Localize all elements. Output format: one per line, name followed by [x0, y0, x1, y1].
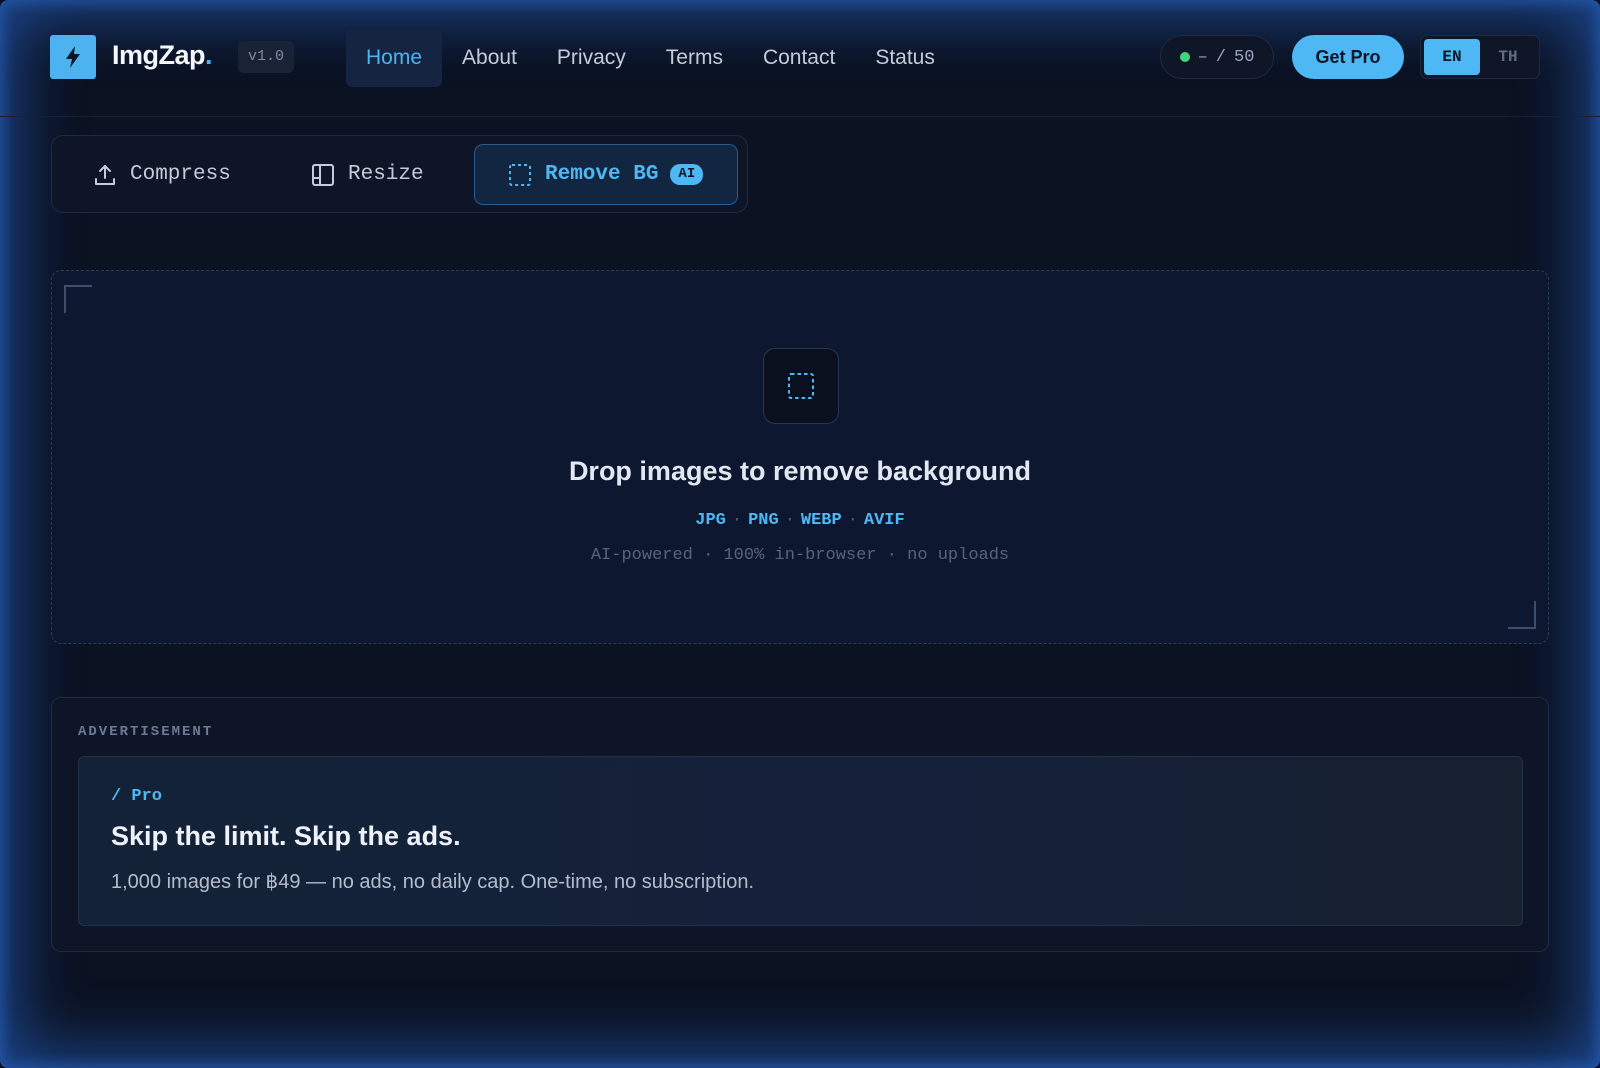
version-badge: v1.0: [238, 41, 295, 73]
tab-resize-label: Resize: [348, 163, 424, 186]
corner-bracket-bottom-right: [1508, 601, 1536, 629]
status-dot-icon: [1179, 52, 1190, 62]
advertisement-section: ADVERTISEMENT / Pro Skip the limit. Skip…: [51, 697, 1549, 952]
tab-resize[interactable]: Resize: [310, 144, 424, 205]
ai-badge: AI: [670, 164, 704, 185]
brand-logo[interactable]: ImgZap.: [112, 40, 213, 71]
lang-option-en[interactable]: EN: [1424, 39, 1480, 75]
tab-remove-bg[interactable]: Remove BG AI: [474, 144, 738, 205]
usage-counter: – / 50: [1160, 35, 1274, 79]
ad-label: ADVERTISEMENT: [78, 724, 214, 740]
format-webp: WEBP: [800, 511, 842, 530]
upload-icon: [95, 164, 115, 185]
tab-compress-label: Compress: [130, 163, 231, 186]
app-window: ImgZap. v1.0 Home About Privacy Terms Co…: [0, 0, 1600, 1068]
corner-bracket-top-left: [64, 285, 92, 313]
ad-body: 1,000 images for ฿49 — no ads, no daily …: [111, 871, 755, 893]
dropzone-title: Drop images to remove background: [568, 456, 1032, 486]
usage-limit: 50: [1234, 47, 1255, 67]
brand-name: ImgZap: [112, 40, 206, 70]
ad-kicker: / Pro: [111, 787, 163, 806]
nav-item-about[interactable]: About: [442, 28, 537, 87]
nav-item-terms[interactable]: Terms: [646, 28, 743, 87]
language-switcher: EN TH: [1420, 35, 1540, 79]
format-png: PNG: [748, 511, 779, 530]
get-pro-button[interactable]: Get Pro: [1292, 35, 1404, 79]
nav-item-contact[interactable]: Contact: [743, 28, 855, 87]
brand-dot: .: [205, 40, 213, 70]
lang-option-th[interactable]: TH: [1480, 39, 1536, 75]
usage-current: –: [1197, 47, 1208, 67]
dropzone-note: AI-powered · 100% in-browser · no upload…: [590, 546, 1010, 565]
selection-dashed-icon: [763, 348, 839, 424]
main-nav: Home About Privacy Terms Contact Status: [346, 28, 955, 87]
tab-remove-bg-label: Remove BG: [545, 163, 659, 186]
top-header: ImgZap. v1.0 Home About Privacy Terms Co…: [0, 0, 1600, 117]
tab-compress[interactable]: Compress: [92, 144, 231, 205]
resize-frame-icon: [312, 163, 334, 186]
format-jpg: JPG: [695, 511, 726, 530]
ad-title: Skip the limit. Skip the ads.: [111, 821, 461, 851]
lightning-bolt-icon[interactable]: [50, 35, 96, 79]
tool-tabs: Compress Resize Remove BG AI: [51, 135, 748, 213]
selection-dashed-icon: [509, 163, 531, 186]
format-avif: AVIF: [863, 511, 905, 530]
pro-ad-card[interactable]: / Pro Skip the limit. Skip the ads. 1,00…: [78, 756, 1523, 926]
image-dropzone[interactable]: Drop images to remove background JPG · PNG…: [51, 270, 1549, 644]
nav-item-privacy[interactable]: Privacy: [537, 28, 646, 87]
supported-formats: JPG · PNG · WEBP · AVIF: [695, 511, 905, 530]
usage-separator: /: [1215, 47, 1226, 67]
nav-item-home[interactable]: Home: [346, 28, 443, 87]
nav-item-status[interactable]: Status: [855, 28, 955, 87]
